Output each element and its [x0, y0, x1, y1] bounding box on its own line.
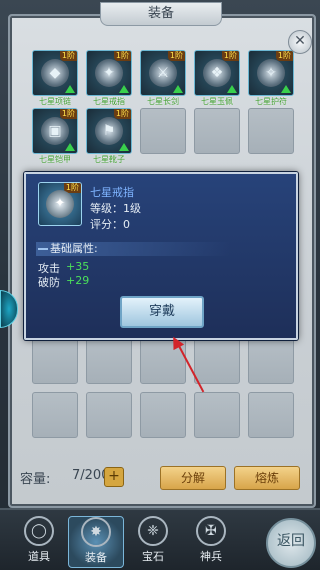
equipment-tab-icon: ✸ — [81, 517, 111, 547]
upgrade-arrow-icon — [173, 85, 183, 93]
empty-slot[interactable] — [194, 108, 240, 154]
item-label: 七星长剑 — [147, 97, 179, 106]
equipment-slot[interactable]: 1阶 ⚑ — [86, 108, 132, 154]
tab-equipment[interactable]: ✸ 装备 — [68, 516, 124, 568]
empty-slot[interactable] — [248, 392, 294, 438]
tab-divine-weapon[interactable]: ✠ 神兵 — [184, 516, 238, 566]
stat-value: +29 — [66, 274, 90, 287]
upgrade-arrow-icon — [65, 143, 75, 151]
level-badge: 1阶 — [59, 51, 77, 61]
item-label: 七星玉佩 — [201, 97, 233, 106]
weapon-tab-icon: ✠ — [196, 516, 226, 546]
stat-name: 破防 — [38, 276, 60, 289]
ring-icon: ✦ — [95, 59, 123, 87]
armor-icon: ▣ — [41, 117, 69, 145]
upgrade-arrow-icon — [119, 143, 129, 151]
equipment-slot[interactable]: 1阶 ❖ — [194, 50, 240, 96]
item-tooltip: 1阶 ✦ 七星戒指 等级：1级 评分：0 基础属性: 攻击 +35 破防 +29… — [24, 172, 298, 340]
ring-tab-icon: ◯ — [24, 516, 54, 546]
window-title: 装备 — [100, 2, 222, 26]
expand-capacity-button[interactable]: + — [104, 467, 124, 487]
item-label: 七星戒指 — [93, 97, 125, 106]
equipment-slot[interactable]: 1阶 ✦ — [86, 50, 132, 96]
empty-slot[interactable] — [86, 392, 132, 438]
tab-label: 宝石 — [142, 550, 164, 563]
tooltip-section-title: 基础属性: — [36, 242, 230, 256]
item-label: 七星铠甲 — [39, 155, 71, 164]
amulet-icon: ✧ — [257, 59, 285, 87]
inventory-footer: 容量: 7/200 + 分解 熔炼 — [12, 464, 308, 492]
empty-slot[interactable] — [86, 338, 132, 384]
level-badge: 1阶 — [167, 51, 185, 61]
smelt-button[interactable]: 熔炼 — [234, 466, 300, 490]
boots-icon: ⚑ — [95, 117, 123, 145]
necklace-icon: ◆ — [41, 59, 69, 87]
close-button[interactable]: ✕ — [288, 30, 312, 54]
tooltip-item-level: 等级：1级 — [90, 202, 141, 215]
upgrade-arrow-icon — [281, 85, 291, 93]
equipment-slot[interactable]: 1阶 ⚔ — [140, 50, 186, 96]
level-badge: 1阶 — [113, 51, 131, 61]
upgrade-arrow-icon — [119, 85, 129, 93]
empty-slot[interactable] — [140, 108, 186, 154]
return-button[interactable]: 返回 — [266, 518, 316, 568]
empty-slot[interactable] — [32, 392, 78, 438]
upgrade-arrow-icon — [65, 85, 75, 93]
tab-label: 装备 — [85, 551, 107, 564]
bottom-tab-bar: ◯ 道具 ✸ 装备 ❈ 宝石 ✠ 神兵 返回 — [0, 508, 320, 570]
jade-pendant-icon: ❖ — [203, 59, 231, 87]
tooltip-item-icon: 1阶 ✦ — [38, 182, 82, 226]
tab-label: 神兵 — [200, 550, 222, 563]
level-badge: 1阶 — [275, 51, 293, 61]
empty-slot[interactable] — [248, 108, 294, 154]
item-label: 七星项链 — [39, 97, 71, 106]
item-label: 七星护符 — [255, 97, 287, 106]
level-badge: 1阶 — [113, 109, 131, 119]
wear-button[interactable]: 穿戴 — [120, 296, 204, 328]
capacity-label: 容量: — [20, 472, 51, 487]
tab-gems[interactable]: ❈ 宝石 — [126, 516, 180, 566]
empty-slot[interactable] — [32, 338, 78, 384]
gem-tab-icon: ❈ — [138, 516, 168, 546]
ring-icon: ✦ — [46, 190, 74, 218]
item-label: 七星靴子 — [93, 155, 125, 164]
decompose-button[interactable]: 分解 — [160, 466, 226, 490]
empty-slot[interactable] — [194, 338, 240, 384]
empty-slot[interactable] — [140, 392, 186, 438]
stat-value: +35 — [66, 260, 90, 273]
equipment-slot[interactable]: 1阶 ✧ — [248, 50, 294, 96]
level-badge: 1阶 — [59, 109, 77, 119]
sword-icon: ⚔ — [149, 59, 177, 87]
empty-slot[interactable] — [194, 392, 240, 438]
upgrade-arrow-icon — [227, 85, 237, 93]
tooltip-item-score: 评分：0 — [90, 218, 130, 231]
tab-label: 道具 — [28, 550, 50, 563]
empty-slot[interactable] — [248, 338, 294, 384]
level-badge: 1阶 — [221, 51, 239, 61]
equipment-slot[interactable]: 1阶 ▣ — [32, 108, 78, 154]
tab-items[interactable]: ◯ 道具 — [12, 516, 66, 566]
equipment-slot[interactable]: 1阶 ◆ — [32, 50, 78, 96]
tooltip-item-name: 七星戒指 — [90, 186, 134, 199]
